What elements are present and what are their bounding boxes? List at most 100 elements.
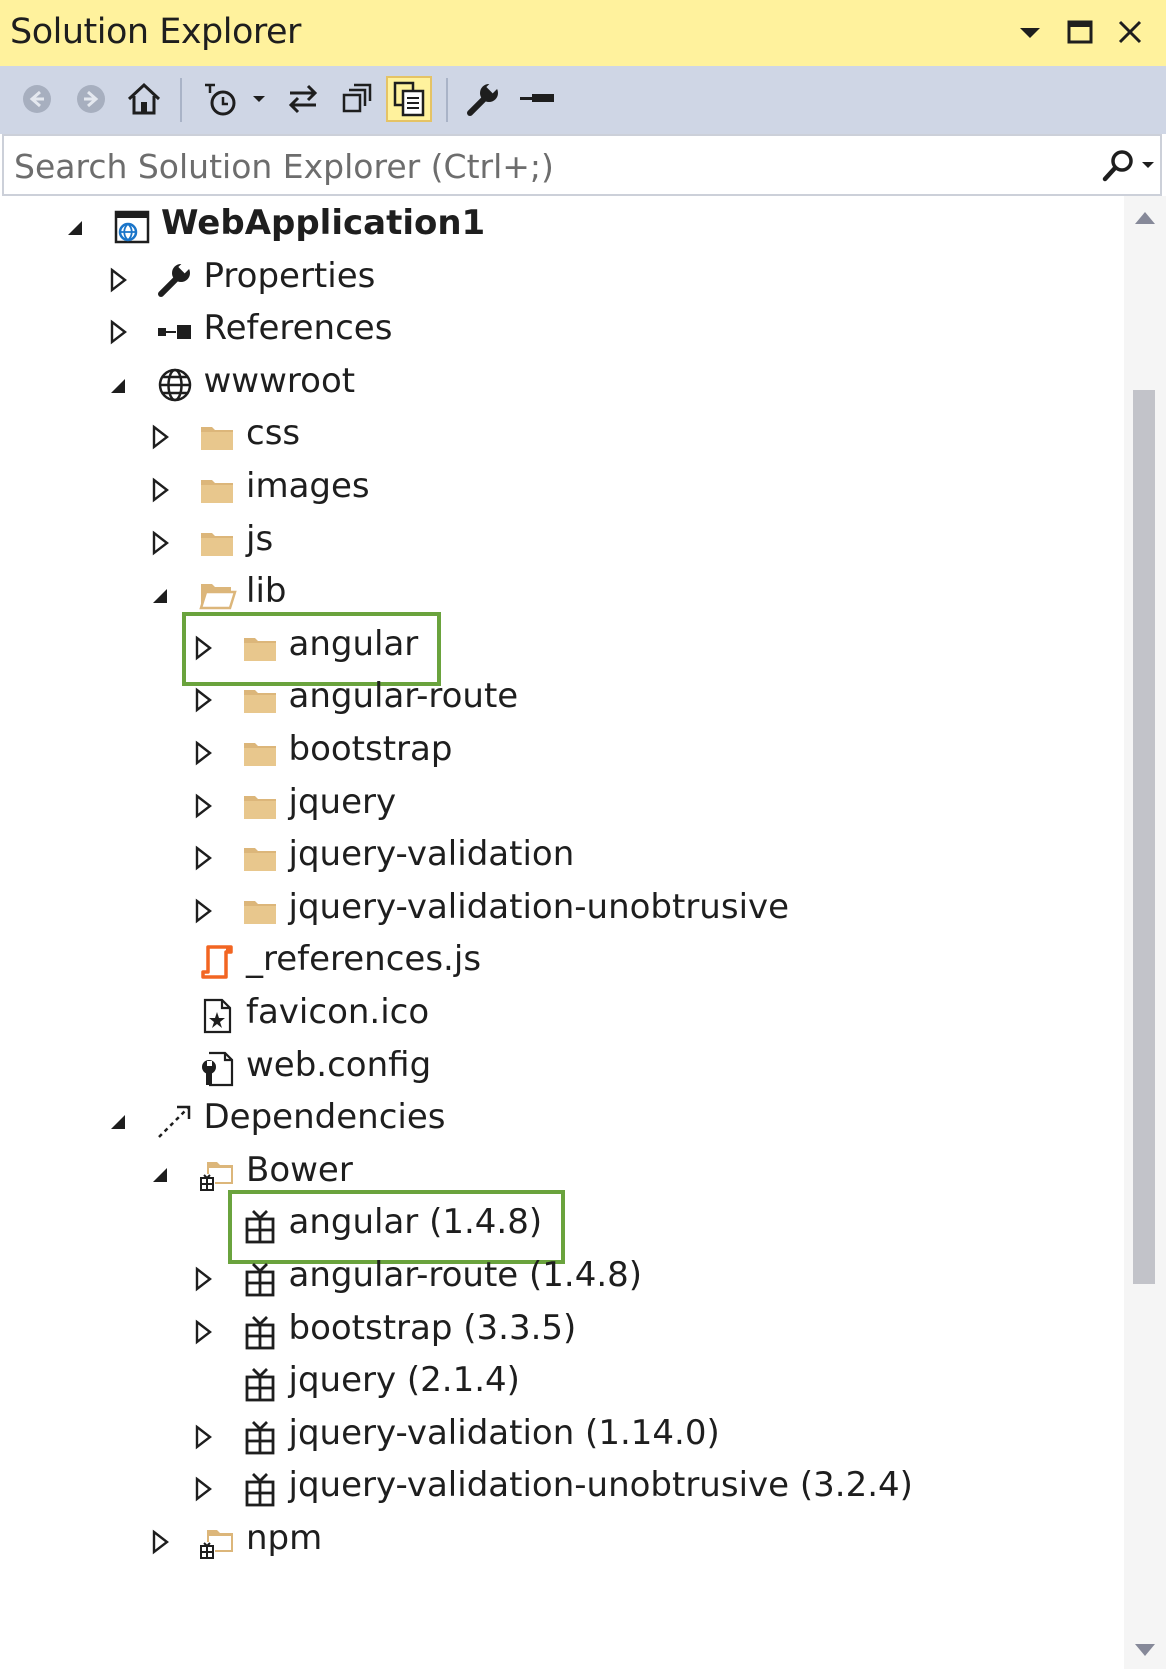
tree-item-label: jquery-validation (1.14.0) [288,1412,720,1453]
chevron-down-icon[interactable] [250,90,268,108]
tree-item-label: Properties [203,255,376,296]
home-button[interactable] [121,76,167,122]
references-icon [155,312,195,352]
collapse-arrow-icon[interactable] [147,1160,173,1188]
tree-item-js[interactable]: js [0,515,1124,571]
collapse-arrow-icon[interactable] [105,1107,131,1135]
wrench-icon [155,260,195,300]
globe-icon [155,365,195,405]
tree-item-label: jquery-validation-unobtrusive (3.2.4) [288,1465,913,1506]
js-file-icon [197,943,237,983]
tree-item-jquery-validation-1-14-0[interactable]: jquery-validation (1.14.0) [0,1409,1124,1465]
tree-item-label: Bower [246,1149,353,1190]
tree-item-label: wwwroot [203,360,356,401]
collapse-arrow-icon[interactable] [147,581,173,609]
toolbar-separator [180,78,182,122]
tree-item-wwwroot[interactable]: wwwroot [0,357,1124,413]
back-button[interactable] [14,76,60,122]
collapse-arrow-icon[interactable] [62,213,88,241]
expand-arrow-icon[interactable] [105,266,131,294]
expand-arrow-icon[interactable] [147,1528,173,1556]
folder-icon [240,838,280,878]
tree-item-properties[interactable]: Properties [0,252,1124,308]
back-icon [23,85,51,113]
tree-item-label: bootstrap [288,729,453,769]
expand-arrow-icon[interactable] [190,739,216,767]
tree-item-webapplication1[interactable]: WebApplication1 [0,199,1124,255]
folder-icon [240,680,280,720]
expand-arrow-icon[interactable] [190,1265,216,1293]
expand-arrow-icon[interactable] [190,1318,216,1346]
tree-item-label: _references.js [246,939,482,980]
dependencies-icon [155,1101,195,1141]
show-all-files-button[interactable] [386,76,432,122]
tree-item-label: jquery [288,781,397,822]
tree-item-angular[interactable]: angular [0,620,1124,676]
expand-arrow-icon[interactable] [105,318,131,346]
package-icon [240,1364,280,1404]
preview-button[interactable] [514,76,560,122]
solution-tree: WebApplication1 Properties References wwwro… [0,196,1124,1669]
tree-item-references[interactable]: References [0,304,1124,360]
pending-changes-icon [205,83,236,116]
expand-arrow-icon[interactable] [190,1475,216,1503]
tree-item-images[interactable]: images [0,462,1124,518]
expand-arrow-icon[interactable] [147,476,173,504]
expand-arrow-icon[interactable] [147,529,173,557]
tree-item-label: jquery-validation [288,834,575,875]
forward-icon [77,85,105,113]
preview-icon [520,94,554,102]
pending-changes-button[interactable] [198,76,244,122]
tree-item-css[interactable]: css [0,409,1124,465]
tree-item-dependencies[interactable]: Dependencies [0,1093,1124,1149]
expand-arrow-icon[interactable] [190,792,216,820]
tree-item-label: js [246,518,274,559]
search-input[interactable] [12,142,1076,190]
tree-item-angular-route[interactable]: angular-route [0,672,1124,728]
tree-item-label: angular-route [288,676,519,717]
tree-item-label: WebApplication1 [161,203,486,243]
tree-item-label: web.config [246,1044,432,1085]
expand-arrow-icon[interactable] [147,423,173,451]
tree-item-angular-route-1-4-8[interactable]: angular-route (1.4.8) [0,1251,1124,1307]
tree-item-label: css [246,413,301,454]
close-icon[interactable] [1110,12,1150,52]
tree-item-jquery-2-1-4[interactable]: jquery (2.1.4) [0,1356,1124,1412]
forward-button[interactable] [68,76,114,122]
scroll-down-icon[interactable] [1133,1640,1157,1660]
expand-arrow-icon[interactable] [190,686,216,714]
collapse-all-button[interactable] [334,76,380,122]
tree-item-bootstrap[interactable]: bootstrap [0,725,1124,781]
scrollbar-thumb[interactable] [1133,390,1155,1284]
folder-icon [240,891,280,931]
collapse-arrow-icon[interactable] [105,371,131,399]
tree-item-jquery-validation-unobtrusive-3-2-4[interactable]: jquery-validation-unobtrusive (3.2.4) [0,1461,1124,1517]
tree-item-lib[interactable]: lib [0,567,1124,623]
properties-button[interactable] [460,76,506,122]
expand-arrow-icon[interactable] [190,897,216,925]
scroll-up-icon[interactable] [1133,208,1157,228]
tree-item-label: bootstrap (3.3.5) [288,1307,577,1348]
expand-arrow-icon[interactable] [190,1423,216,1451]
tree-item-bootstrap-3-3-5[interactable]: bootstrap (3.3.5) [0,1304,1124,1360]
tree-item-npm[interactable]: npm [0,1514,1124,1570]
tree-item-favicon-ico[interactable]: favicon.ico [0,988,1124,1044]
package-icon [240,1417,280,1457]
vertical-scrollbar[interactable] [1124,196,1166,1669]
tree-item-references-js[interactable]: _references.js [0,935,1124,991]
folder-icon [240,733,280,773]
tree-item-jquery[interactable]: jquery [0,778,1124,834]
config-file-icon [197,1049,237,1089]
maximize-icon[interactable] [1060,12,1100,52]
package-icon [240,1469,280,1509]
tree-item-web-config[interactable]: web.config [0,1041,1124,1097]
sync-icon [288,84,318,114]
tree-item-jquery-validation-unobtrusive[interactable]: jquery-validation-unobtrusive [0,883,1124,939]
dropdown-arrow-icon[interactable] [1010,12,1050,52]
tree-item-jquery-validation[interactable]: jquery-validation [0,830,1124,886]
sync-button[interactable] [280,76,326,122]
package-folder-icon [197,1154,237,1194]
search-icon[interactable] [1098,148,1158,184]
toolbar [0,66,1166,134]
expand-arrow-icon[interactable] [190,844,216,872]
